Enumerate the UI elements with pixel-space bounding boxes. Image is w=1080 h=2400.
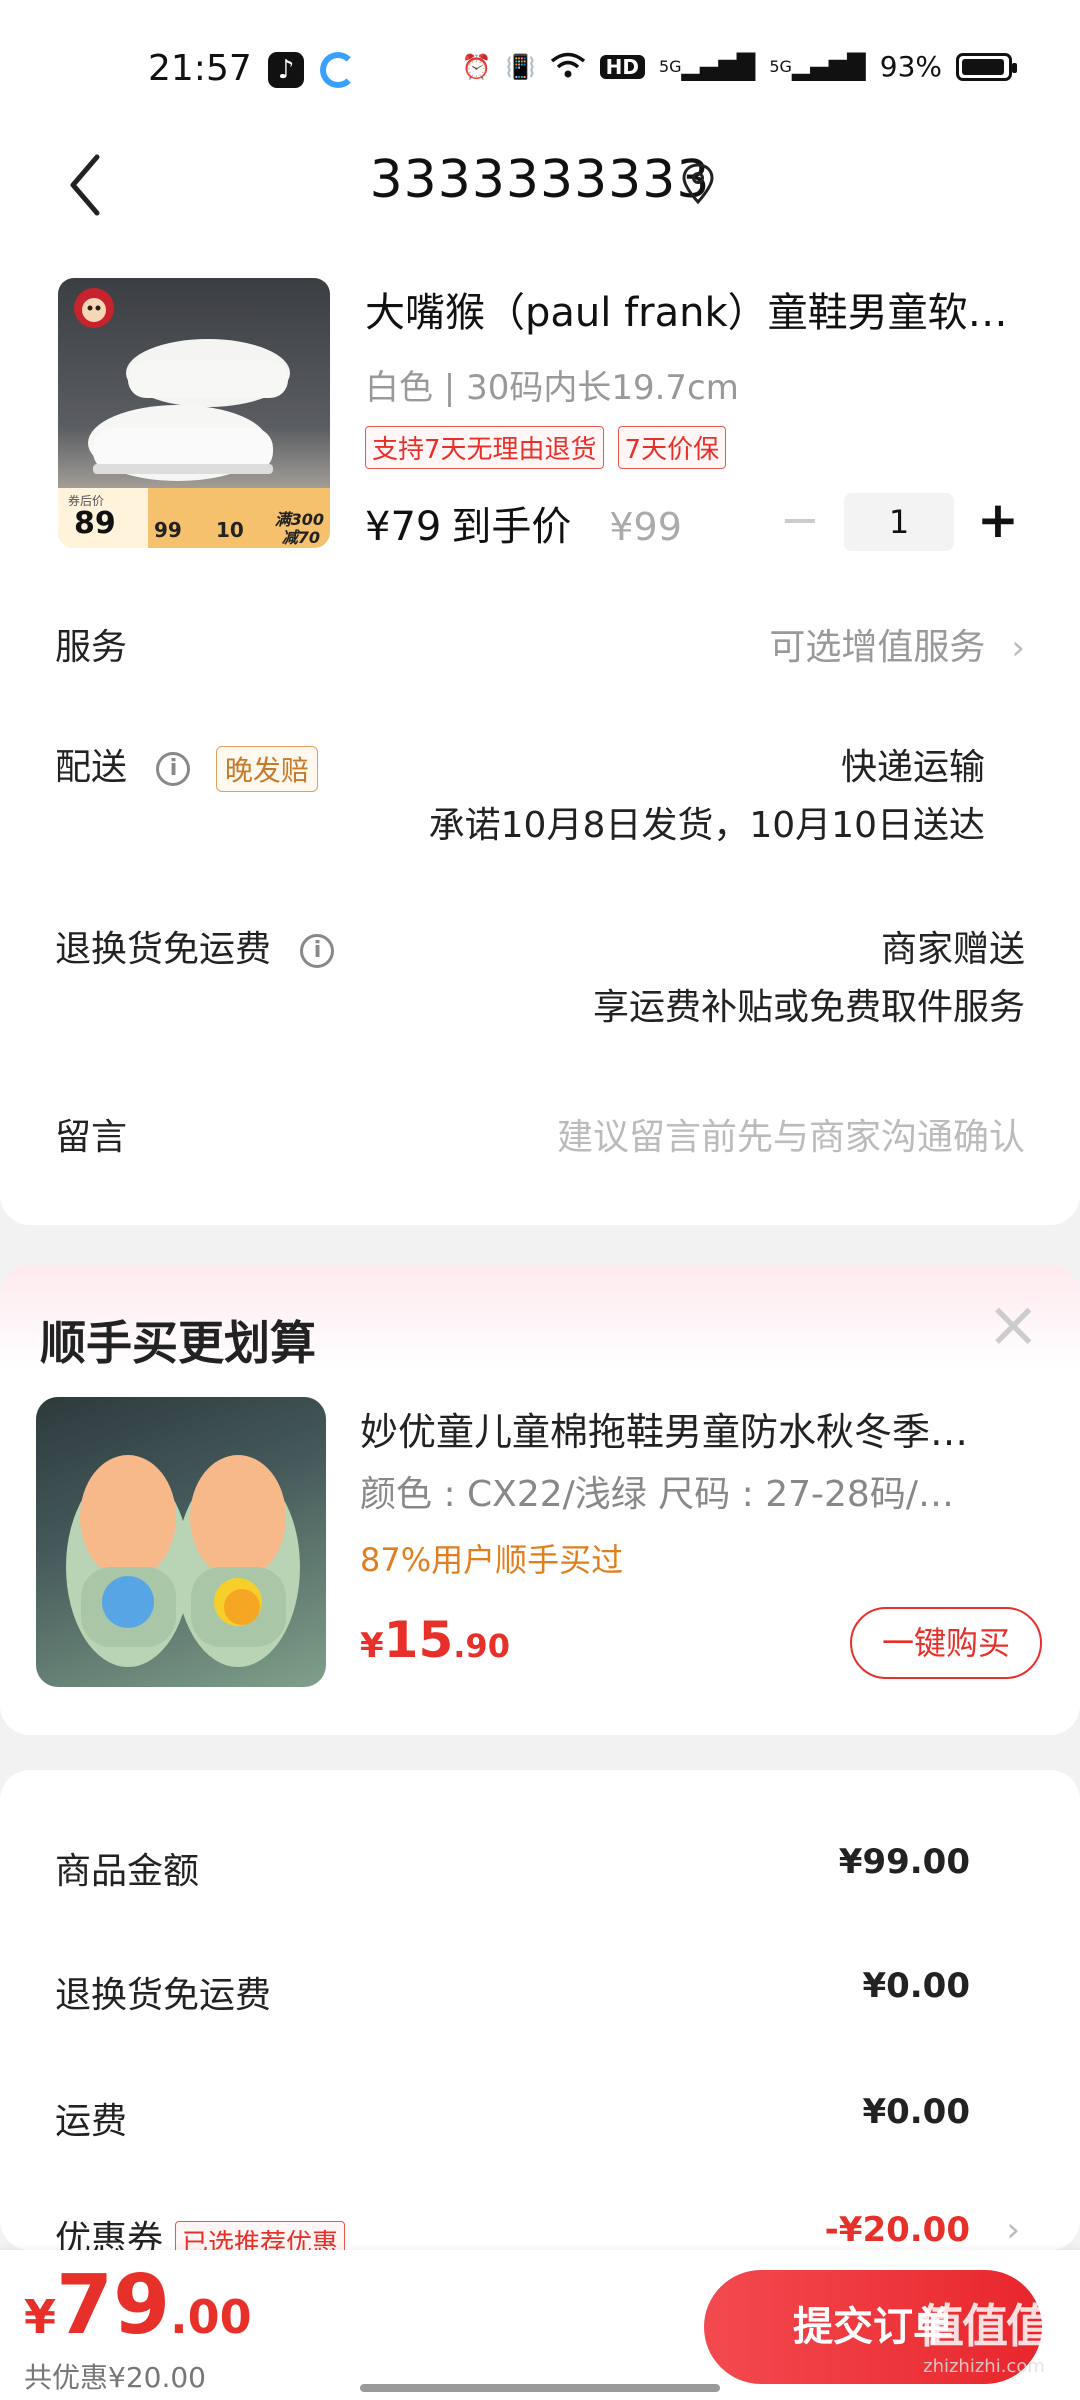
return-fee-value: ¥0.00 bbox=[862, 1966, 970, 2006]
alarm-icon: ⏰ bbox=[461, 52, 492, 81]
checkout-bar: ¥79.00 共优惠¥20.00 提交订单 值值值 zhizhizhi.com bbox=[0, 2250, 1080, 2400]
order-card: 券后价 89 99 10 满300 减70 大嘴猴（paul frank）童鞋男… bbox=[0, 240, 1080, 1225]
note-input[interactable]: 建议留言前先与商家沟通确认 bbox=[557, 1108, 1025, 1160]
return-fee-label: 退换货免运费 bbox=[55, 1975, 272, 2016]
watermark: 值值值 zhizhizhi.com bbox=[918, 2290, 1052, 2377]
product-name[interactable]: 大嘴猴（paul frank）童鞋男童软… bbox=[365, 280, 1015, 338]
info-icon[interactable]: i bbox=[156, 752, 191, 786]
product-tags: 支持7天无理由退货 7天价保 bbox=[365, 426, 727, 469]
service-row[interactable]: 服务 可选增值服务 › bbox=[55, 618, 1025, 668]
delivery-label: 配送 bbox=[55, 747, 128, 788]
header: 3333333333 bbox=[0, 130, 1080, 240]
upsell-price-currency: ¥ bbox=[360, 1626, 384, 1666]
product-image[interactable]: 券后价 89 99 10 满300 减70 bbox=[58, 278, 330, 548]
final-price: ¥79 bbox=[365, 504, 442, 550]
note-label: 留言 bbox=[55, 1117, 128, 1158]
watermark-url: zhizhizhi.com bbox=[923, 2356, 1045, 2377]
home-indicator[interactable] bbox=[360, 2384, 720, 2392]
price-summary-card: 商品金额 ¥99.00 退换货免运费 ¥0.00 运费 ¥0.00 优惠券 已选推… bbox=[0, 1770, 1080, 2262]
goods-amount-value: ¥99.00 bbox=[838, 1842, 970, 1882]
upsell-product-name[interactable]: 妙优童儿童棉拖鞋男童防水秋冬季… bbox=[360, 1401, 1030, 1456]
total-saved: 共优惠¥20.00 bbox=[24, 2361, 206, 2394]
return-label-group: 退换货免运费 i bbox=[55, 920, 335, 972]
image-price: 89 bbox=[74, 506, 116, 541]
decrease-button[interactable]: − bbox=[770, 492, 830, 552]
battery-icon bbox=[956, 52, 1017, 81]
total-currency: ¥ bbox=[24, 2290, 57, 2344]
chevron-right-icon: › bbox=[1011, 628, 1025, 668]
service-value-text: 可选增值服务 bbox=[769, 627, 986, 668]
status-icons: ⏰ 📳 HD 5G▂▄▆█ 5G▂▄▆█ 93% bbox=[461, 50, 1017, 83]
shipping-value: ¥0.00 bbox=[862, 2092, 970, 2132]
delivery-label-group: 配送 i 晚发赔 bbox=[55, 738, 318, 792]
late-compensation-badge: 晚发赔 bbox=[215, 746, 318, 792]
shipping-label: 运费 bbox=[55, 2101, 128, 2142]
close-icon[interactable]: × bbox=[986, 1293, 1040, 1357]
status-bar: 21:57 ♪ ⏰ 📳 HD 5G▂▄▆█ 5G▂▄▆█ 93% bbox=[0, 0, 1080, 130]
goods-amount-label: 商品金额 bbox=[55, 1851, 200, 1892]
delivery-promise: 承诺10月8日发货，10月10日送达 bbox=[428, 805, 985, 846]
return-shipping-row: 退换货免运费 i 商家赠送 享运费补贴或免费取件服务 bbox=[55, 920, 1025, 1030]
app-notification-icon bbox=[320, 52, 356, 88]
delivery-row: 配送 i 晚发赔 快递运输 承诺10月8日发货，10月10日送达 bbox=[55, 738, 1025, 848]
image-mid-a: 99 bbox=[154, 518, 182, 542]
signal-5g-icon-2: 5G▂▄▆█ bbox=[769, 52, 866, 81]
upsell-card: 顺手买更划算 × 妙优童儿童棉拖鞋男童防水秋冬季… 颜色 : CX22/浅绿 尺… bbox=[0, 1265, 1080, 1735]
upsell-bought-rate: 87%用户顺手买过 bbox=[360, 1541, 624, 1579]
total-int: 79 bbox=[56, 2258, 171, 2353]
upsell-price-int: 15 bbox=[383, 1611, 454, 1669]
original-price: ¥99 bbox=[609, 505, 682, 549]
return-value: 商家赠送 bbox=[880, 929, 1025, 970]
wifi-icon bbox=[550, 52, 586, 82]
return-desc: 享运费补贴或免费取件服务 bbox=[592, 987, 1025, 1028]
chevron-right-icon[interactable]: › bbox=[1006, 2210, 1020, 2250]
one-click-buy-button[interactable]: 一键购买 bbox=[850, 1607, 1042, 1679]
info-icon[interactable]: i bbox=[300, 934, 335, 968]
price-row: ¥79 到手价 ¥99 bbox=[365, 494, 682, 552]
watermark-logo: 值值值 bbox=[918, 2299, 1052, 2353]
product-spec[interactable]: 白色 | 30码内长19.7cm bbox=[365, 360, 739, 409]
image-promo-bottom: 减70 bbox=[281, 528, 320, 547]
signal-5g-label-2: 5G bbox=[769, 56, 792, 76]
quantity-stepper: − 1 + bbox=[770, 492, 1028, 552]
upsell-product-image[interactable] bbox=[36, 1397, 326, 1687]
battery-percent: 93% bbox=[879, 50, 942, 83]
upsell-price: ¥15.90 bbox=[360, 1611, 510, 1669]
image-mid-b: 10 bbox=[216, 518, 244, 542]
total-dec: .00 bbox=[170, 2290, 252, 2344]
goods-amount-row: 商品金额 ¥99.00 bbox=[55, 1842, 970, 1894]
return-fee-row: 退换货免运费 ¥0.00 bbox=[55, 1966, 970, 2018]
delivery-method[interactable]: 快递运输 bbox=[841, 738, 985, 790]
order-confirm-page: 21:57 ♪ ⏰ 📳 HD 5G▂▄▆█ 5G▂▄▆█ 93% 3333333… bbox=[0, 0, 1080, 2400]
tag-price-protect: 7天价保 bbox=[617, 426, 727, 469]
quantity-input[interactable]: 1 bbox=[844, 493, 954, 551]
slipper-illustration bbox=[66, 1455, 300, 1667]
signal-5g-icon: 5G▂▄▆█ bbox=[658, 52, 756, 81]
vibrate-icon: 📳 bbox=[505, 52, 536, 81]
service-value: 可选增值服务 › bbox=[769, 618, 1025, 670]
total-price: ¥79.00 bbox=[24, 2258, 252, 2353]
upsell-price-dec: .90 bbox=[453, 1627, 510, 1665]
page-title[interactable]: 3333333333 bbox=[0, 150, 1080, 210]
note-row[interactable]: 留言 建议留言前先与商家沟通确认 bbox=[55, 1108, 1025, 1158]
increase-button[interactable]: + bbox=[968, 492, 1028, 552]
shipping-row: 运费 ¥0.00 bbox=[55, 2092, 970, 2144]
upsell-title: 顺手买更划算 bbox=[40, 1316, 316, 1370]
coupon-value: -¥20.00 bbox=[824, 2210, 970, 2250]
signal-5g-label: 5G bbox=[658, 56, 682, 76]
location-pin-icon[interactable] bbox=[680, 162, 716, 206]
tag-return: 支持7天无理由退货 bbox=[365, 426, 604, 469]
upsell-product-spec[interactable]: 颜色 : CX22/浅绿 尺码 : 27-28码/… bbox=[360, 1465, 1020, 1517]
service-label: 服务 bbox=[55, 627, 128, 668]
status-time: 21:57 bbox=[148, 48, 252, 89]
return-label: 退换货免运费 bbox=[55, 929, 272, 970]
hd-icon: HD bbox=[599, 54, 645, 79]
tiktok-icon: ♪ bbox=[268, 52, 304, 88]
final-price-label: 到手价 bbox=[451, 504, 572, 550]
